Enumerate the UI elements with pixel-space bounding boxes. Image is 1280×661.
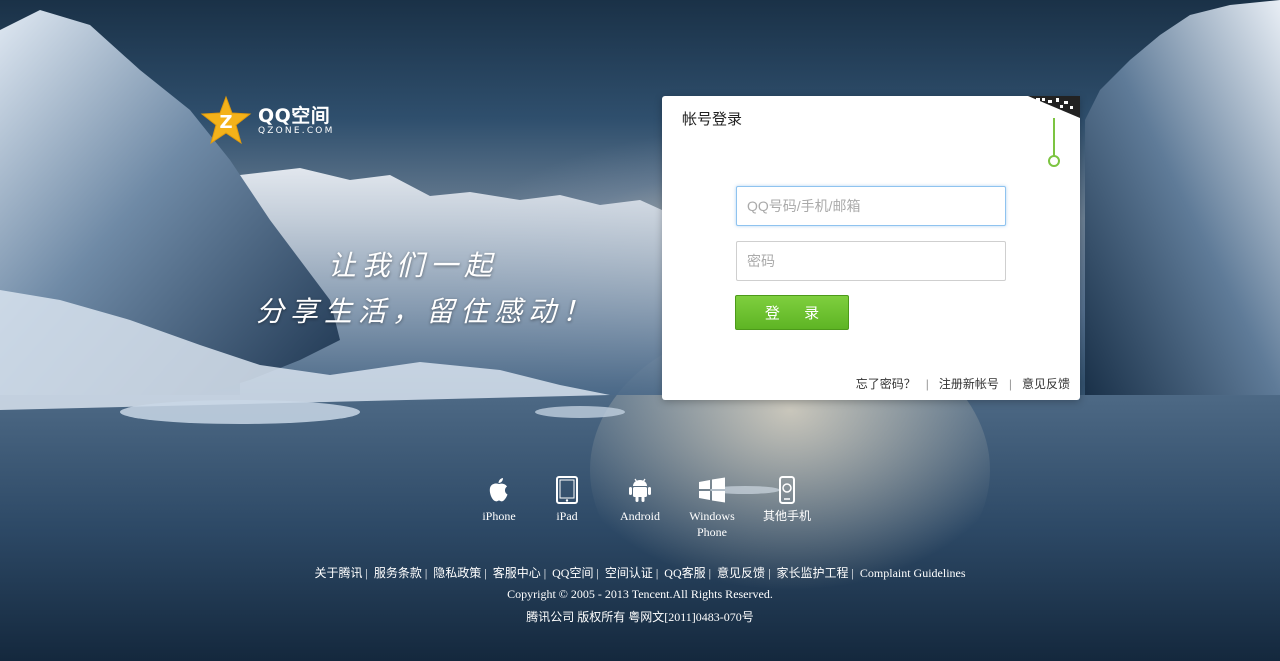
login-title: 帐号登录	[682, 111, 743, 128]
footer-links: 关于腾讯 | 服务条款 | 隐私政策 | 客服中心 | QQ空间 | 空间认证 | QQ客服…	[0, 564, 1280, 581]
qzone-logo[interactable]: Z QQ空间 QZONE.COM	[200, 95, 350, 147]
complaint-guidelines-link[interactable]: Complaint Guidelines	[860, 566, 966, 580]
apple-icon	[489, 478, 508, 502]
footer-separator: |	[484, 566, 487, 580]
windows-icon	[699, 477, 725, 503]
footer-separator: |	[543, 566, 547, 580]
footer-link[interactable]: 客服中心	[493, 566, 541, 580]
footer-separator: |	[851, 566, 854, 580]
platform-windows-phone[interactable]: Windows Phone	[677, 476, 747, 540]
footer-link[interactable]: QQ客服	[664, 566, 705, 580]
link-separator: |	[1008, 377, 1012, 391]
footer-separator: |	[424, 566, 428, 580]
tablet-icon	[556, 476, 578, 504]
password-input[interactable]	[736, 241, 1006, 281]
footer-link[interactable]: 关于腾讯	[314, 566, 362, 580]
footer-separator: |	[655, 566, 659, 580]
qr-code-icon[interactable]	[1028, 96, 1080, 168]
login-panel: 帐号登录 登 录 忘了密码？ | 注册新帐号 | 意见反馈	[662, 96, 1080, 400]
platform-iphone[interactable]: iPhone	[464, 476, 534, 524]
footer-link[interactable]: QQ空间	[552, 566, 593, 580]
slogan-line-2: 分享生活，留住感动！	[256, 295, 597, 328]
star-logo-icon: Z	[200, 95, 252, 145]
login-links: 忘了密码？ | 注册新帐号 | 意见反馈	[856, 375, 1070, 392]
footer-link[interactable]: 隐私政策	[433, 566, 481, 580]
copyright-text: Copyright © 2005 - 2013 Tencent.All Righ…	[507, 587, 773, 601]
footer-separator: |	[768, 566, 771, 580]
footer-separator: |	[365, 566, 368, 580]
logo-brand-text: QQ空间	[258, 105, 331, 127]
platform-downloads: iPhone iPad Android Windows Phone 其他手机	[464, 476, 824, 546]
account-input[interactable]	[736, 186, 1006, 226]
platform-label: Windows Phone	[689, 509, 735, 539]
platform-android[interactable]: Android	[605, 476, 675, 524]
platform-label: iPad	[556, 509, 578, 523]
platform-label: Android	[620, 509, 660, 523]
android-icon	[629, 478, 651, 502]
license-text: 腾讯公司 版权所有 粤网文[2011]0483-070号	[526, 610, 754, 624]
footer-separator: |	[596, 566, 599, 580]
link-separator: |	[925, 377, 929, 391]
platform-ipad[interactable]: iPad	[532, 476, 602, 524]
slogan-line-1: 让我们一起	[328, 249, 499, 282]
footer-link[interactable]: 家长监护工程	[776, 566, 848, 580]
platform-label: iPhone	[482, 509, 516, 523]
footer-link[interactable]: 空间认证	[605, 566, 653, 580]
footer-link[interactable]: 服务条款	[374, 566, 422, 580]
background-scenery	[0, 0, 1280, 661]
phone-icon	[779, 476, 795, 504]
login-button[interactable]: 登 录	[735, 295, 849, 330]
feedback-link[interactable]: 意见反馈	[1022, 377, 1070, 391]
footer-link[interactable]: 意见反馈	[717, 566, 765, 580]
platform-other-phone[interactable]: 其他手机	[752, 476, 822, 524]
forgot-password-link[interactable]: 忘了密码？	[856, 377, 916, 391]
footer-separator: |	[708, 566, 712, 580]
svg-text:Z: Z	[219, 112, 232, 133]
register-link[interactable]: 注册新帐号	[939, 377, 999, 391]
logo-domain-text: QZONE.COM	[258, 126, 335, 136]
platform-label: 其他手机	[762, 509, 811, 523]
